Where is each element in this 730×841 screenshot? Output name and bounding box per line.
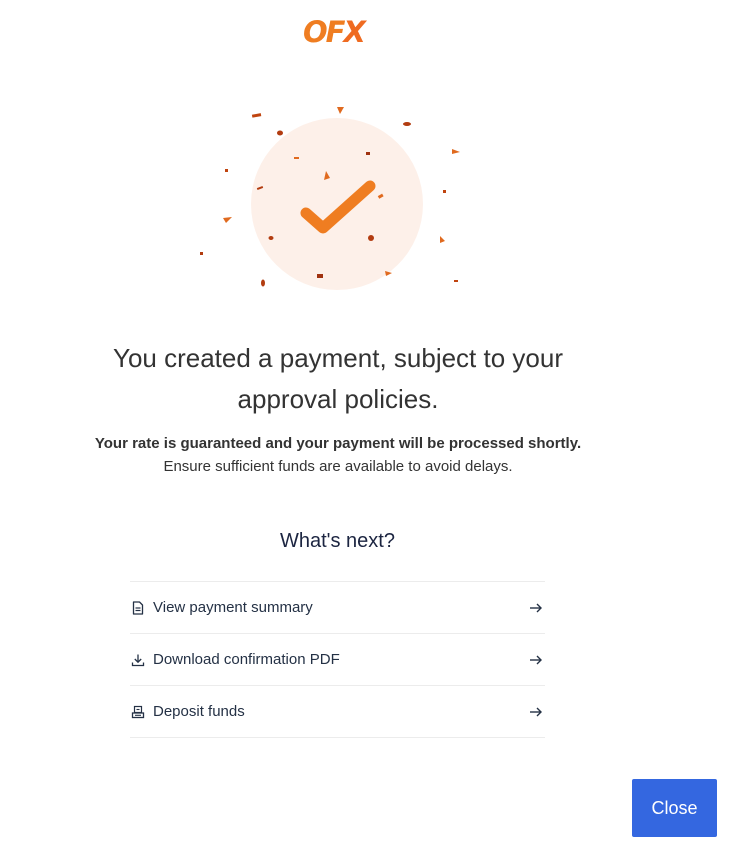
view-payment-summary-label: View payment summary <box>153 599 313 616</box>
page-subtitle: Your rate is guaranteed and your payment… <box>90 432 586 478</box>
arrow-right-icon <box>530 603 542 612</box>
subtitle-regular: Ensure sufficient funds are available to… <box>163 458 513 475</box>
arrow-right-icon <box>530 655 542 664</box>
view-payment-summary-link[interactable]: View payment summary <box>130 582 545 634</box>
ofx-logo: OFX <box>303 15 366 49</box>
page-title: You created a payment, subject to your a… <box>113 343 563 414</box>
next-steps-list: View payment summary Download confirmati… <box>130 581 545 738</box>
close-button[interactable]: Close <box>632 779 717 837</box>
success-illustration <box>200 107 460 290</box>
subtitle-bold: Your rate is guaranteed and your payment… <box>94 435 582 452</box>
deposit-funds-link[interactable]: Deposit funds <box>130 686 545 738</box>
download-icon <box>131 653 145 667</box>
document-icon <box>131 600 145 615</box>
success-circle <box>251 118 423 290</box>
deposit-icon <box>131 705 145 719</box>
whats-next-heading: What's next? <box>280 530 395 552</box>
arrow-right-icon <box>530 707 542 716</box>
download-confirmation-pdf-label: Download confirmation PDF <box>153 651 340 668</box>
deposit-funds-label: Deposit funds <box>153 703 245 720</box>
download-confirmation-pdf-link[interactable]: Download confirmation PDF <box>130 634 545 686</box>
